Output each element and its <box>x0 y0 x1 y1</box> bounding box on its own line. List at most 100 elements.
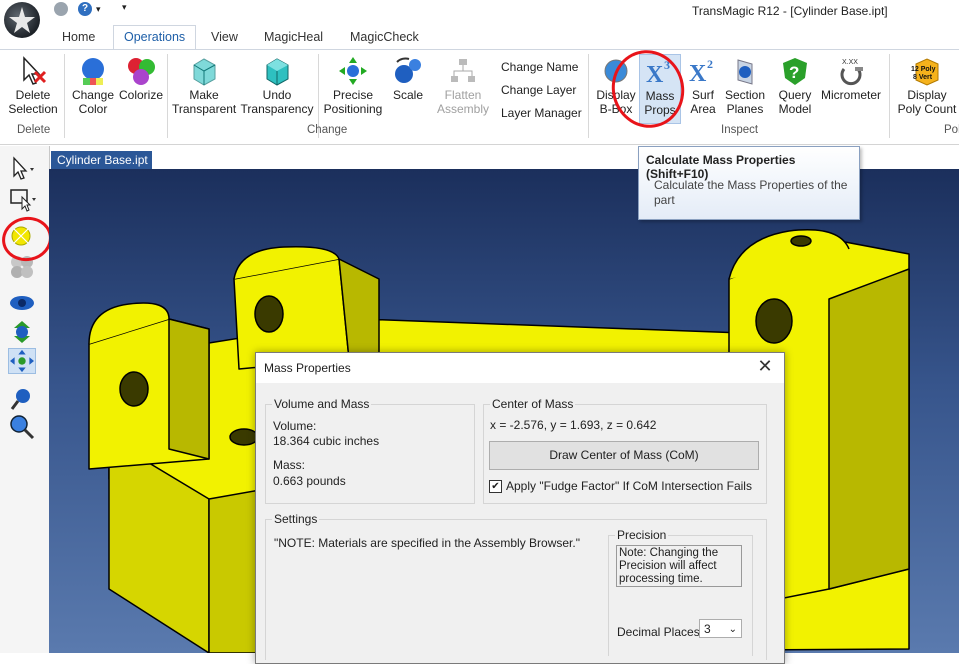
dialog-title-bar: Mass Properties ✕ <box>256 353 784 383</box>
change-layer-button[interactable]: Change Layer <box>501 83 576 97</box>
poly-badge-1: 12 Poly <box>911 66 936 73</box>
window-title: TransMagic R12 - [Cylinder Base.ipt] <box>692 4 888 18</box>
colorize-button[interactable]: Colorize <box>118 56 164 102</box>
mass-value: 0.663 pounds <box>273 474 346 488</box>
make-transparent-button[interactable]: Make Transparent <box>172 56 236 116</box>
question-shield-icon: ? <box>780 56 810 86</box>
change-color-label-2: Color <box>78 102 108 116</box>
decimal-places-value: 3 <box>704 622 711 636</box>
flatten-assembly-label-2: Assembly <box>436 102 489 116</box>
ribbon-separator <box>167 54 168 138</box>
change-color-label: Change <box>71 88 115 102</box>
query-model-label: Query <box>778 88 812 102</box>
settings-legend: Settings <box>272 512 320 526</box>
box-select-icon[interactable] <box>8 186 36 212</box>
section-planes-label-2: Planes <box>726 102 764 116</box>
query-model-button[interactable]: ? Query Model <box>774 56 816 116</box>
delete-selection-label-2: Selection <box>8 102 58 116</box>
undo-transparency-label-2: Transparency <box>240 102 314 116</box>
customize-quick-access-icon[interactable]: ▾ <box>122 2 127 13</box>
svg-text:2: 2 <box>707 57 713 71</box>
volume-mass-group: Volume and Mass Volume: 18.364 cubic inc… <box>265 397 475 504</box>
decimal-places-label: Decimal Places: <box>617 625 704 639</box>
precise-positioning-label: Precise <box>332 88 373 102</box>
settings-note: "NOTE: Materials are specified in the As… <box>274 536 580 550</box>
scale-spheres-icon <box>393 56 423 86</box>
document-tab[interactable]: Cylinder Base.ipt <box>51 151 152 169</box>
ribbon-separator <box>588 54 589 138</box>
layer-manager-button[interactable]: Layer Manager <box>501 106 582 120</box>
surf-area-button[interactable]: X2 Surf Area <box>684 56 722 116</box>
make-transparent-label: Make <box>189 88 219 102</box>
micrometer-button[interactable]: X.XX Micrometer <box>818 56 884 102</box>
precise-positioning-label-2: Positioning <box>323 102 383 116</box>
app-logo-icon[interactable] <box>4 2 40 38</box>
precise-positioning-button[interactable]: Precise Positioning <box>322 56 384 116</box>
delete-selection-label: Delete <box>15 88 51 102</box>
help-icon[interactable]: ? <box>78 2 92 16</box>
volume-mass-legend: Volume and Mass <box>272 397 372 411</box>
tab-operations[interactable]: Operations <box>113 25 197 50</box>
colorize-spheres-icon <box>126 56 156 86</box>
tab-home[interactable]: Home <box>52 26 105 48</box>
group-change-label: Change <box>307 124 348 136</box>
ribbon-separator <box>64 54 65 138</box>
micrometer-label: Micrometer <box>820 88 881 102</box>
fit-view-icon[interactable] <box>8 319 36 345</box>
ribbon-separator <box>889 54 890 138</box>
svg-text:?: ? <box>789 63 799 82</box>
gear-icon[interactable] <box>54 2 68 16</box>
dialog-title: Mass Properties <box>264 361 351 375</box>
volume-value: 18.364 cubic inches <box>273 434 380 448</box>
query-model-label-2: Model <box>778 102 812 116</box>
display-poly-count-button[interactable]: 12 Poly 8 Vert Display Poly Count <box>895 56 959 116</box>
scale-label: Scale <box>392 88 424 102</box>
x-squared-icon: X2 <box>688 56 718 87</box>
dropdown-icon[interactable]: ▾ <box>96 4 101 15</box>
draw-com-button[interactable]: Draw Center of Mass (CoM) <box>489 441 759 470</box>
display-poly-count-label: Display <box>907 88 947 102</box>
change-color-button[interactable]: Change Color <box>70 56 116 116</box>
group-inspect-label: Inspect <box>721 124 759 136</box>
micrometer-badge: X.XX <box>842 59 858 66</box>
decimal-places-select[interactable]: 3 ⌄ <box>699 619 742 638</box>
zoom-window-icon[interactable] <box>8 414 36 440</box>
center-of-mass-value: x = -2.576, y = 1.693, z = 0.642 <box>490 418 657 432</box>
tooltip-body: Calculate the Mass Properties of the par… <box>654 178 848 207</box>
scale-button[interactable]: Scale <box>388 56 428 102</box>
tab-magiccheck[interactable]: MagicCheck <box>340 26 429 48</box>
display-poly-count-label-2: Poly Count <box>897 102 957 116</box>
group-delete-label: Delete <box>17 124 51 136</box>
color-sphere-icon <box>78 56 108 86</box>
volume-label: Volume: <box>273 419 317 433</box>
center-of-mass-legend: Center of Mass <box>490 397 576 411</box>
chevron-down-icon: ⌄ <box>728 624 737 635</box>
flatten-assembly-button[interactable]: Flatten Assembly <box>434 56 492 116</box>
poly-count-cube-icon: 12 Poly 8 Vert <box>910 56 944 86</box>
eye-view-icon[interactable] <box>8 290 36 316</box>
delete-cursor-icon <box>18 56 48 86</box>
precision-legend: Precision <box>615 528 669 542</box>
fudge-factor-checkbox[interactable]: ✔ <box>489 480 502 493</box>
precision-note: Note: Changing the Precision will affect… <box>616 545 742 587</box>
surf-area-label: Surf <box>691 88 714 102</box>
tab-magicheal[interactable]: MagicHeal <box>254 26 333 48</box>
close-icon[interactable]: ✕ <box>754 356 776 377</box>
delete-selection-button[interactable]: Delete Selection <box>6 56 60 116</box>
poly-badge-2: 8 Vert <box>913 74 933 81</box>
section-planes-button[interactable]: Section Planes <box>722 56 768 116</box>
pan-arrows-icon[interactable] <box>8 348 36 374</box>
mass-label: Mass: <box>273 458 306 472</box>
change-name-button[interactable]: Change Name <box>501 60 578 74</box>
section-plane-icon <box>730 56 760 86</box>
flatten-assembly-label: Flatten <box>444 88 482 102</box>
colorize-label: Colorize <box>118 88 163 102</box>
tab-view[interactable]: View <box>201 26 248 48</box>
undo-transparency-button[interactable]: Undo Transparency <box>240 56 314 116</box>
section-planes-label: Section <box>724 88 766 102</box>
fudge-factor-label[interactable]: Apply "Fudge Factor" If CoM Intersection… <box>506 479 752 493</box>
positioning-arrows-icon <box>338 56 368 86</box>
zoom-point-icon[interactable] <box>8 386 36 412</box>
transparent-cube-icon <box>189 56 219 86</box>
select-arrow-icon[interactable] <box>8 156 36 182</box>
